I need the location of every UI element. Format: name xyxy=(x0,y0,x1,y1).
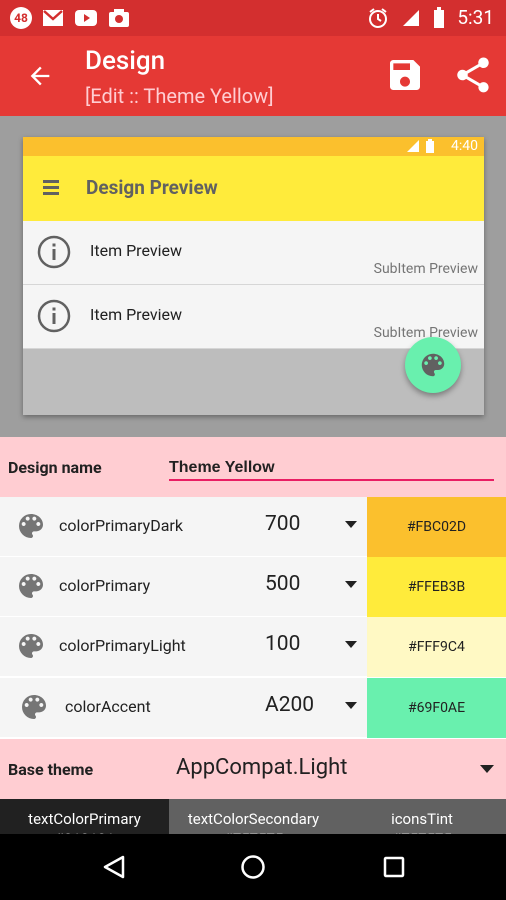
color-row-primary: colorPrimary 500 #FFEB3B xyxy=(0,557,506,617)
status-time: 5:31 xyxy=(457,6,494,29)
gmail-icon xyxy=(43,10,63,26)
palette-icon xyxy=(22,695,46,719)
notification-count-badge: 48 xyxy=(10,7,32,29)
preview-signal-icon xyxy=(407,140,419,152)
dropdown-arrow-icon[interactable] xyxy=(345,521,357,528)
dropdown-arrow-icon[interactable] xyxy=(345,702,357,709)
app-bar: Design [Edit :: Theme Yellow] xyxy=(0,36,506,116)
color-swatch[interactable]: #69F0AE xyxy=(367,678,506,738)
tab-label: textColorSecondary xyxy=(187,810,320,828)
preview-item-title: Item Preview xyxy=(90,305,182,324)
color-name: colorPrimaryLight xyxy=(59,636,186,655)
tab-icons-tint[interactable]: iconsTint #757575 xyxy=(338,799,506,834)
info-icon xyxy=(37,235,71,269)
preview-toolbar-title: Design Preview xyxy=(86,176,218,199)
tab-text-color-secondary[interactable]: textColorSecondary #757575 xyxy=(169,799,338,834)
arrow-back-icon xyxy=(30,66,50,86)
youtube-icon xyxy=(75,10,97,26)
preview-battery-icon xyxy=(426,139,434,153)
system-nav-bar xyxy=(0,834,506,900)
dropdown-arrow-icon[interactable] xyxy=(345,641,357,648)
nav-back-icon[interactable] xyxy=(101,854,127,880)
text-color-tabs: textColorPrimary #212121 textColorSecond… xyxy=(0,799,506,834)
design-preview-area: 4:40 Design Preview Item Preview SubItem… xyxy=(0,116,506,437)
color-swatch[interactable]: #FBC02D xyxy=(367,497,506,557)
base-theme-row: Base theme AppCompat.Light xyxy=(0,739,506,799)
tab-label: iconsTint xyxy=(391,810,453,828)
page-subtitle: [Edit :: Theme Yellow] xyxy=(85,84,274,108)
signal-icon xyxy=(403,9,420,26)
base-theme-label: Base theme xyxy=(8,760,94,779)
color-row-primary-dark: colorPrimaryDark 700 #FBC02D xyxy=(0,497,506,557)
dropdown-arrow-icon[interactable] xyxy=(345,581,357,588)
color-row-accent: colorAccent A200 #69F0AE xyxy=(0,678,506,738)
preview-toolbar: Design Preview xyxy=(23,156,484,221)
shade-dropdown-value[interactable]: 100 xyxy=(265,632,300,656)
shade-dropdown-value[interactable]: A200 xyxy=(265,693,314,717)
menu-icon xyxy=(43,180,61,196)
palette-icon xyxy=(19,634,43,658)
color-row-primary-light: colorPrimaryLight 100 #FFF9C4 xyxy=(0,617,506,677)
preview-list-item: Item Preview SubItem Preview xyxy=(23,221,484,285)
tab-text-color-primary[interactable]: textColorPrimary #212121 xyxy=(0,799,169,834)
preview-status-bar: 4:40 xyxy=(23,137,484,156)
share-icon xyxy=(457,57,489,93)
color-swatch[interactable]: #FFF9C4 xyxy=(367,617,506,677)
save-icon xyxy=(390,60,420,90)
design-name-label: Design name xyxy=(8,458,102,477)
color-name: colorPrimary xyxy=(59,576,151,595)
dropdown-arrow-icon[interactable] xyxy=(480,765,494,773)
info-icon xyxy=(37,299,71,333)
share-button[interactable] xyxy=(452,53,494,97)
shade-dropdown-value[interactable]: 500 xyxy=(265,572,300,596)
color-name: colorAccent xyxy=(65,697,151,716)
status-bar: 48 5:31 xyxy=(0,0,506,36)
page-title: Design xyxy=(85,46,166,76)
photos-icon xyxy=(109,9,129,27)
palette-icon xyxy=(421,353,445,377)
palette-icon xyxy=(19,514,43,538)
palette-icon xyxy=(19,574,43,598)
preview-time: 4:40 xyxy=(451,138,478,154)
shade-dropdown-value[interactable]: 700 xyxy=(265,512,300,536)
preview-item-title: Item Preview xyxy=(90,241,182,260)
design-name-row: Design name xyxy=(0,437,506,497)
battery-icon xyxy=(434,6,445,28)
nav-home-icon[interactable] xyxy=(240,854,266,880)
save-button[interactable] xyxy=(385,55,425,95)
preview-phone: 4:40 Design Preview Item Preview SubItem… xyxy=(23,137,484,415)
alarm-icon xyxy=(369,7,388,28)
tab-label: textColorPrimary xyxy=(28,810,141,828)
color-name: colorPrimaryDark xyxy=(59,516,183,535)
preview-fab[interactable] xyxy=(405,337,461,393)
color-swatch[interactable]: #FFEB3B xyxy=(367,557,506,617)
nav-recents-icon[interactable] xyxy=(382,855,406,879)
base-theme-select[interactable]: AppCompat.Light xyxy=(176,755,347,780)
preview-list-item: Item Preview SubItem Preview xyxy=(23,285,484,349)
back-button[interactable] xyxy=(20,56,60,96)
design-name-input[interactable] xyxy=(169,457,494,481)
preview-item-subtitle: SubItem Preview xyxy=(373,261,478,277)
